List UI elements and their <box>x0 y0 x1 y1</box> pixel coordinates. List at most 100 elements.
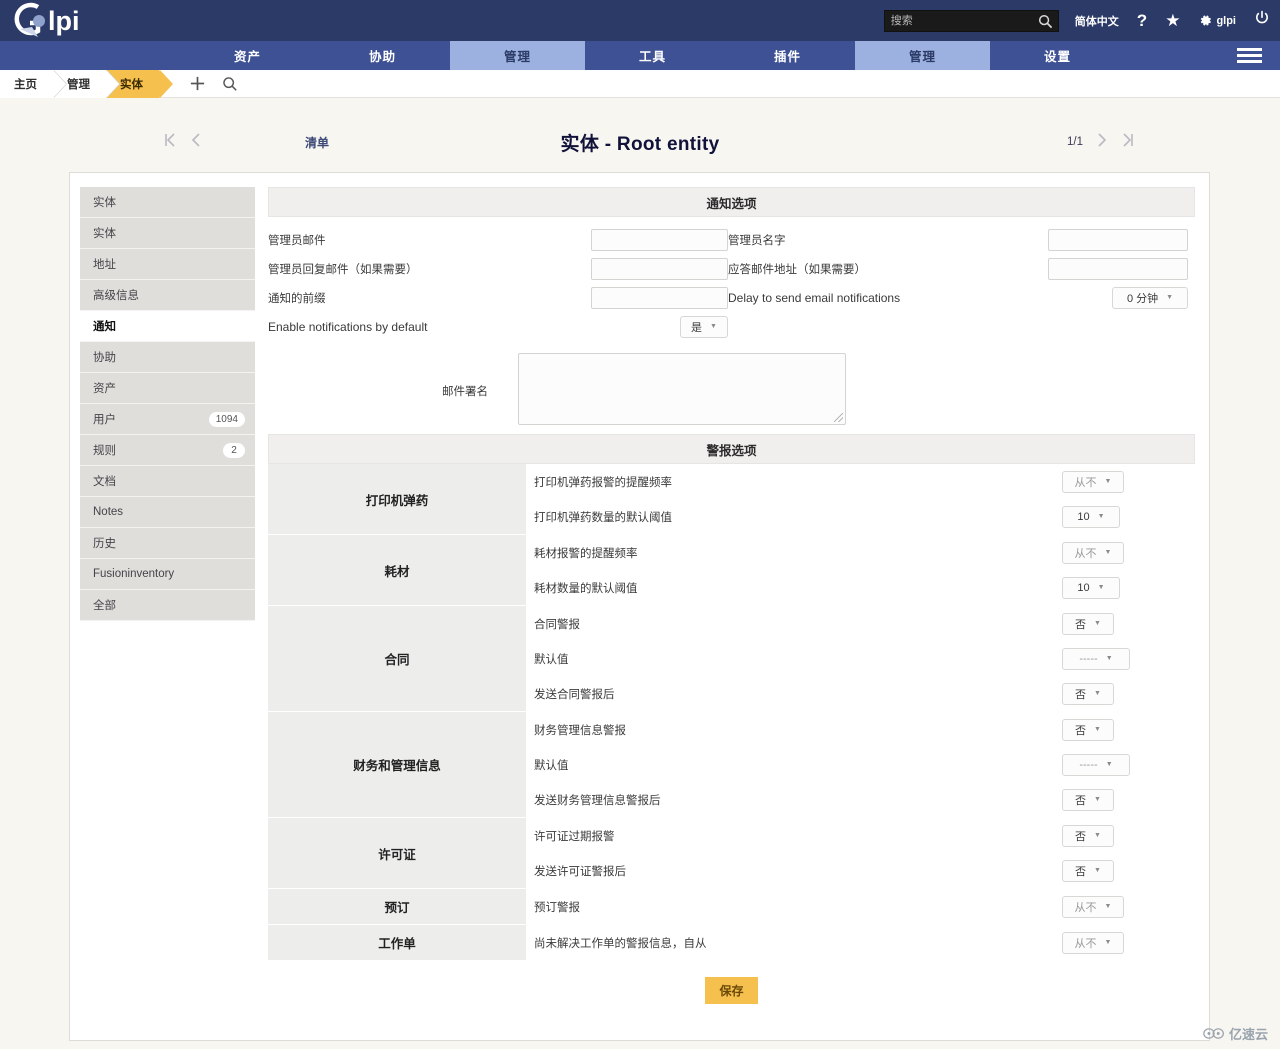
nav-item-management[interactable]: 管理 <box>450 41 585 70</box>
admin-name-input[interactable] <box>1048 228 1188 251</box>
nav-item-plugins[interactable]: 插件 <box>720 41 855 70</box>
help-icon[interactable]: ? <box>1137 11 1147 31</box>
svg-text:lpi: lpi <box>48 6 80 36</box>
sidebar-item-users[interactable]: 用户 1094 <box>80 404 255 435</box>
logout-power-icon[interactable] <box>1254 10 1270 31</box>
form-row: 通知的前缀 Delay to send email notifications … <box>268 283 1195 312</box>
entity-notification-form: 通知选项 管理员邮件 管理员名字 管理员回复邮件（如果需要） 应答邮件地址（如果… <box>268 187 1195 1040</box>
sidebar-item-address[interactable]: 地址 <box>80 249 255 280</box>
financial-after-alert-select[interactable]: 否 ▼ <box>1062 788 1114 811</box>
add-icon[interactable] <box>189 75 206 92</box>
contract-default-value-select[interactable]: ----- ▼ <box>1062 647 1130 670</box>
list-link[interactable]: 清单 <box>305 134 329 151</box>
sidebar-item-fusioninventory[interactable]: Fusioninventory <box>80 559 255 590</box>
next-page-icon[interactable] <box>1097 132 1108 153</box>
reservation-alert-select[interactable]: 从不 ▼ <box>1062 895 1124 918</box>
account-settings[interactable]: glpi <box>1198 13 1236 28</box>
select-value: 否 <box>1075 688 1087 701</box>
consumable-default-threshold-select[interactable]: 10 ▼ <box>1062 576 1120 599</box>
nav-item-administration[interactable]: 管理 <box>855 41 990 70</box>
last-page-icon[interactable] <box>1122 132 1135 153</box>
previous-page-icon[interactable] <box>190 132 201 153</box>
table-row: 预订 预订警报 从不 ▼ <box>268 889 1195 925</box>
glpi-logo[interactable]: lpi <box>8 0 128 41</box>
option-label: 许可证过期报警 <box>534 830 615 843</box>
sidebar-item-assistance[interactable]: 协助 <box>80 342 255 373</box>
cartridge-default-threshold-select[interactable]: 10 ▼ <box>1062 505 1120 528</box>
hamburger-menu-icon[interactable] <box>1237 41 1262 70</box>
star-icon[interactable]: ★ <box>1165 11 1180 31</box>
option-label: 默认值 <box>534 759 569 772</box>
sidebar-item-history[interactable]: 历史 <box>80 528 255 559</box>
nav-item-setup[interactable]: 设置 <box>990 41 1125 70</box>
alert-category-reservation: 预订 <box>268 889 528 924</box>
sidebar-item-assets[interactable]: 资产 <box>80 373 255 404</box>
save-button[interactable]: 保存 <box>705 977 758 1004</box>
sidebar-label: 实体 <box>93 228 116 240</box>
sidebar-item-all[interactable]: 全部 <box>80 590 255 621</box>
option-label: 发送合同警报后 <box>534 688 615 701</box>
sidebar-item-entity-1[interactable]: 实体 <box>80 218 255 249</box>
chevron-down-icon: ▼ <box>1094 726 1101 733</box>
sidebar-item-notifications[interactable]: 通知 <box>80 311 255 342</box>
option-control: 否 ▼ <box>1050 718 1195 741</box>
license-after-alert-select[interactable]: 否 ▼ <box>1062 859 1114 882</box>
ticket-unresolved-alert-select[interactable]: 从不 ▼ <box>1062 931 1124 954</box>
email-signature-textarea[interactable] <box>518 353 846 425</box>
cartridge-alert-frequency-select[interactable]: 从不 ▼ <box>1062 470 1124 493</box>
watermark: 亿速云 <box>1203 1024 1268 1043</box>
entity-sidebar-menu: 实体 实体 地址 高级信息 通知 协助 资产 用户 1094 规则 2 文档 N… <box>80 187 255 1040</box>
pagination-previous-group <box>163 132 201 153</box>
sidebar-item-documents[interactable]: 文档 <box>80 466 255 497</box>
alert-option: 合同警报 否 ▼ <box>528 606 1195 641</box>
select-value: 10 <box>1077 510 1090 523</box>
nav-item-tools[interactable]: 工具 <box>585 41 720 70</box>
alert-option: 尚未解决工作单的警报信息，自从 从不 ▼ <box>528 925 1195 960</box>
alert-options-reservation: 预订警报 从不 ▼ <box>528 889 1195 924</box>
option-control: 从不 ▼ <box>1050 931 1195 954</box>
watermark-text: 亿速云 <box>1228 1027 1268 1042</box>
field-admin-email: 管理员邮件 <box>268 228 728 251</box>
gear-icon[interactable] <box>1198 13 1213 28</box>
field-label: 管理员邮件 <box>268 234 326 247</box>
field-notification-prefix: 通知的前缀 <box>268 286 728 309</box>
contract-alert-select[interactable]: 否 ▼ <box>1062 612 1114 635</box>
delay-select[interactable]: 0 分钟 ▼ <box>1112 286 1188 309</box>
breadcrumb-search-icon[interactable] <box>222 76 238 92</box>
field-label: 应答邮件地址（如果需要） <box>728 263 866 276</box>
breadcrumb-item-home[interactable]: 主页 <box>0 69 67 98</box>
consumable-alert-frequency-select[interactable]: 从不 ▼ <box>1062 541 1124 564</box>
reply-to-address-input[interactable] <box>1048 257 1188 280</box>
search-icon[interactable] <box>1038 14 1053 29</box>
sidebar-item-advanced-info[interactable]: 高级信息 <box>80 280 255 311</box>
first-page-icon[interactable] <box>163 132 176 153</box>
option-label: 耗材数量的默认阈值 <box>534 582 638 595</box>
alert-option: 发送合同警报后 否 ▼ <box>528 676 1195 711</box>
content-panel: 实体 实体 地址 高级信息 通知 协助 资产 用户 1094 规则 2 文档 N… <box>69 172 1210 1041</box>
global-search[interactable] <box>883 9 1059 32</box>
notification-prefix-input[interactable] <box>591 286 728 309</box>
enable-notifications-select[interactable]: 是 ▼ <box>680 315 728 338</box>
contract-after-alert-select[interactable]: 否 ▼ <box>1062 682 1114 705</box>
alert-category-consumable: 耗材 <box>268 535 528 605</box>
alert-options-table: 打印机弹药 打印机弹药报警的提醒频率 从不 ▼ 打印机弹药数量的默认阈值 10 … <box>268 464 1195 961</box>
nav-item-assistance[interactable]: 协助 <box>315 41 450 70</box>
option-control: 否 ▼ <box>1050 612 1195 635</box>
license-expiry-alert-select[interactable]: 否 ▼ <box>1062 824 1114 847</box>
alert-option: 发送许可证警报后 否 ▼ <box>528 853 1195 888</box>
financial-default-value-select[interactable]: ----- ▼ <box>1062 753 1130 776</box>
account-name[interactable]: glpi <box>1216 15 1236 27</box>
search-input[interactable] <box>884 10 1058 31</box>
sidebar-item-notes[interactable]: Notes <box>80 497 255 528</box>
admin-email-input[interactable] <box>591 228 728 251</box>
financial-alert-select[interactable]: 否 ▼ <box>1062 718 1114 741</box>
sidebar-label: 文档 <box>93 476 116 488</box>
option-label: 预订警报 <box>534 901 580 914</box>
nav-item-assets[interactable]: 资产 <box>180 41 315 70</box>
admin-reply-email-input[interactable] <box>591 257 728 280</box>
language-selector[interactable]: 简体中文 <box>1075 13 1119 29</box>
alert-option: 打印机弹药报警的提醒频率 从不 ▼ <box>528 464 1195 499</box>
sidebar-item-rules[interactable]: 规则 2 <box>80 435 255 466</box>
sidebar-item-entity-0[interactable]: 实体 <box>80 187 255 218</box>
sidebar-label: 高级信息 <box>93 290 139 302</box>
